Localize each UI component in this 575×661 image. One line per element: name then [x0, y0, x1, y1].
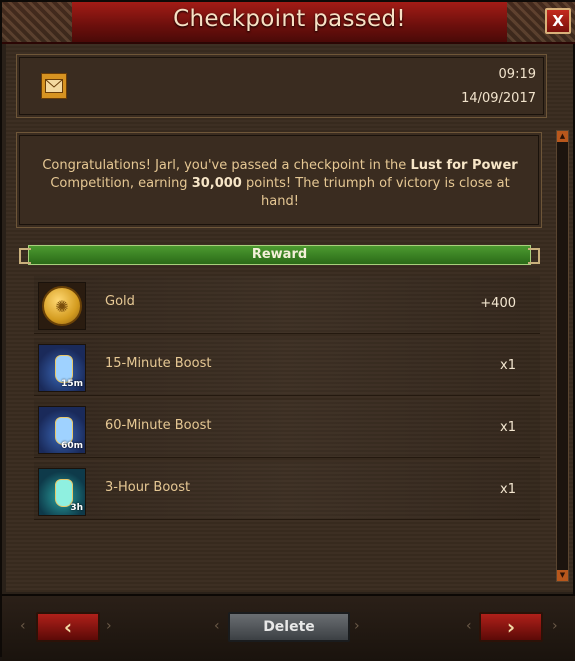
competition-name: Lust for Power: [410, 158, 518, 173]
previous-message-button[interactable]: ‹: [36, 612, 100, 642]
chevron-right-icon: ›: [106, 618, 112, 634]
reward-item-3h-boost: 3h 3-Hour Boost x1: [34, 462, 540, 520]
content-area: 09:19 14/09/2017 Congratulations! Jarl, …: [6, 44, 573, 592]
title-bar: Checkpoint passed! X: [2, 2, 575, 44]
boost-potion-icon: 60m: [38, 406, 86, 454]
message-date: 14/09/2017: [461, 91, 536, 106]
chevron-left-icon: ‹: [20, 618, 26, 634]
chevron-right-icon: ›: [354, 618, 360, 634]
boost-duration-badge: 60m: [61, 441, 83, 451]
scrollbar[interactable]: ▲ ▼: [556, 130, 569, 582]
next-message-button[interactable]: ›: [479, 612, 543, 642]
reward-item-qty: x1: [500, 420, 516, 435]
boost-duration-badge: 3h: [70, 503, 83, 513]
mail-window: Checkpoint passed! X 09:19 14/09/2017 Co…: [0, 0, 575, 661]
points-value: 30,000: [191, 176, 242, 191]
message-body: Congratulations! Jarl, you've passed a c…: [16, 132, 542, 228]
message-text: Congratulations! Jarl, you've passed a c…: [39, 157, 521, 211]
scroll-down-icon[interactable]: ▼: [557, 570, 568, 581]
scroll-up-icon[interactable]: ▲: [557, 131, 568, 142]
gold-coin-icon: ✺: [38, 282, 86, 330]
message-text-part: points! The triumph of victory is close …: [241, 176, 510, 209]
boost-potion-icon: 15m: [38, 344, 86, 392]
reward-item-name: 15-Minute Boost: [105, 356, 212, 371]
boost-potion-icon: 3h: [38, 468, 86, 516]
bottom-toolbar: ‹ › ‹ ‹ Delete › ‹ › ›: [2, 594, 575, 661]
reward-item-60m-boost: 60m 60-Minute Boost x1: [34, 400, 540, 458]
close-button[interactable]: X: [545, 8, 571, 34]
message-text-part: Congratulations! Jarl, you've passed a c…: [42, 158, 411, 173]
envelope-icon: [41, 73, 67, 99]
chevron-right-icon: ›: [552, 618, 558, 634]
reward-item-gold: ✺ Gold +400: [34, 276, 540, 334]
reward-item-name: 3-Hour Boost: [105, 480, 191, 495]
message-time: 09:19: [498, 67, 536, 82]
delete-button[interactable]: Delete: [228, 612, 350, 642]
chevron-left-icon: ‹: [466, 618, 472, 634]
reward-item-qty: x1: [500, 482, 516, 497]
reward-header: Reward: [28, 245, 540, 265]
message-text-part: Competition, earning: [50, 176, 192, 191]
reward-item-qty: x1: [500, 358, 516, 373]
coin-emblem-icon: ✺: [42, 286, 82, 326]
window-title: Checkpoint passed!: [173, 6, 406, 32]
reward-item-name: 60-Minute Boost: [105, 418, 212, 433]
chevron-left-icon: ‹: [214, 618, 220, 634]
reward-item-name: Gold: [105, 294, 135, 309]
reward-item-qty: +400: [480, 296, 516, 311]
reward-item-15m-boost: 15m 15-Minute Boost x1: [34, 338, 540, 396]
message-header: 09:19 14/09/2017: [16, 54, 547, 118]
boost-duration-badge: 15m: [61, 379, 83, 389]
